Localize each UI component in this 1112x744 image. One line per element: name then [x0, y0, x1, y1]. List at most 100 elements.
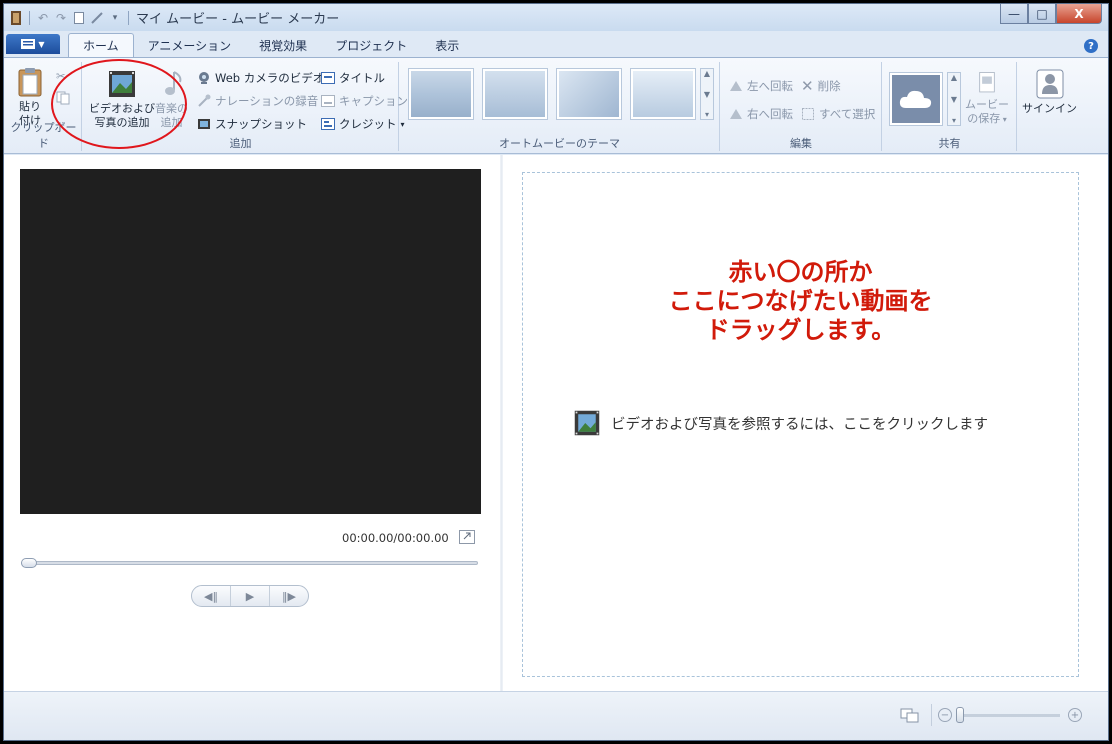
annotation-line-2: ここにつなげたい動画を [668, 287, 933, 315]
credits-button[interactable]: クレジット ▾ [321, 114, 405, 134]
gallery-more-icon[interactable]: ▾ [952, 116, 956, 125]
narration-label: ナレーションの録音 [215, 94, 319, 108]
annotation-line-1: 赤い〇の所か [728, 258, 873, 286]
scroll-up-icon[interactable]: ▲ [951, 73, 957, 82]
share-group-label: 共有 [938, 137, 961, 150]
rotate-right-icon [730, 109, 742, 119]
chevron-down-icon: ▼ [38, 39, 45, 49]
signin-label: サインイン [1022, 102, 1077, 115]
paste-label-1: 貼り [19, 100, 41, 113]
save-movie-label-1: ムービー [965, 98, 1009, 111]
zoom-in-icon[interactable]: + [1068, 708, 1082, 722]
scroll-up-icon[interactable]: ▲ [704, 69, 710, 78]
theme-thumbnail[interactable] [630, 68, 696, 120]
minimize-button[interactable]: — [1000, 4, 1028, 24]
save-movie-icon [979, 72, 995, 93]
play-button[interactable]: ▶ [231, 586, 270, 606]
webcam-label: Web カメラのビデオ [215, 71, 325, 85]
delete-button[interactable]: ✕ 削除 [801, 76, 841, 96]
open-project-icon[interactable] [89, 10, 105, 26]
tab-view[interactable]: 表示 [421, 33, 473, 57]
maximize-button[interactable]: □ [1028, 4, 1056, 24]
film-photo-icon [574, 410, 600, 436]
browse-link[interactable]: ビデオおよび写真を参照するには、ここをクリックします [573, 409, 988, 437]
snapshot-icon [198, 119, 210, 129]
undo-icon[interactable]: ↶ [35, 10, 51, 26]
webcam-icon [199, 72, 209, 84]
share-onedrive-tile[interactable] [889, 72, 943, 126]
select-all-button[interactable]: すべて選択 [801, 104, 875, 124]
theme-gallery-scroller[interactable]: ▲ ▼ ▾ [700, 68, 714, 120]
save-movie-button[interactable]: ムービー の保存 ▾ [965, 70, 1009, 127]
caption-icon [321, 95, 335, 107]
tab-project[interactable]: プロジェクト [321, 33, 421, 57]
edit-group: 左へ回転 右へ回転 ✕ 削除 すべて選択 編集 [721, 62, 882, 151]
window-title: マイ ムービー - ムービー メーカー [136, 12, 340, 27]
caption-button[interactable]: キャプション [321, 91, 408, 111]
browse-text: ビデオおよび写真を参照するには、ここをクリックします [611, 416, 988, 433]
credits-label: クレジット [339, 117, 397, 131]
storyboard-pane[interactable]: 赤い〇の所か ここにつなげたい動画を ドラッグします。 ビデオおよび写真を参照す… [522, 172, 1079, 677]
app-menu-icon [21, 39, 36, 49]
redo-icon[interactable]: ↷ [53, 10, 69, 26]
title-icon [321, 72, 335, 84]
previous-frame-button[interactable]: ◀‖ [192, 586, 231, 606]
title-bar: ↶ ↷ ▾ マイ ムービー - ムービー メーカー — □ X [4, 4, 1108, 31]
fullscreen-preview-icon[interactable] [459, 530, 475, 544]
user-icon [1036, 69, 1063, 99]
delete-label: 削除 [817, 79, 841, 93]
customize-qat-icon[interactable]: ▾ [107, 10, 123, 26]
theme-thumbnail[interactable] [408, 68, 474, 120]
scroll-down-icon[interactable]: ▼ [951, 95, 957, 104]
new-project-icon[interactable] [71, 10, 87, 26]
snapshot-button[interactable]: スナップショット [197, 114, 307, 134]
zoom-slider-thumb[interactable] [956, 706, 964, 723]
share-gallery-scroller[interactable]: ▲ ▼ ▾ [947, 72, 961, 126]
cloud-icon [899, 90, 932, 108]
signin-group: サインイン [1018, 62, 1078, 151]
signin-button[interactable]: サインイン [1022, 68, 1077, 116]
playback-controls: ◀‖ ▶ ‖▶ [191, 585, 309, 607]
movie-maker-window: ↶ ↷ ▾ マイ ムービー - ムービー メーカー — □ X ▼ ホーム アニ… [3, 3, 1109, 741]
rotate-left-label: 左へ回転 [747, 79, 793, 93]
title-button[interactable]: タイトル [321, 68, 385, 88]
share-group: ▲ ▼ ▾ ムービー の保存 ▾ 共有 [883, 62, 1017, 151]
zoom-control: − + [938, 706, 1082, 723]
annotation-text: 赤い〇の所か ここにつなげたい動画を ドラッグします。 [523, 258, 1078, 345]
thumbnail-size-icon[interactable] [900, 706, 920, 724]
rotate-left-icon [730, 81, 742, 91]
rotate-right-label: 右へ回転 [747, 107, 793, 121]
tab-animation[interactable]: アニメーション [134, 33, 246, 57]
next-frame-button[interactable]: ‖▶ [270, 586, 308, 606]
highlight-circle [51, 59, 187, 149]
caption-label: キャプション [339, 94, 408, 108]
tab-visual-effects[interactable]: 視覚効果 [245, 33, 321, 57]
theme-thumbnail[interactable] [482, 68, 548, 120]
zoom-out-icon[interactable]: − [938, 708, 952, 722]
seek-thumb[interactable] [21, 558, 37, 568]
rotate-right-button[interactable]: 右へ回転 [729, 104, 793, 124]
gallery-more-icon[interactable]: ▾ [705, 110, 709, 119]
tab-home[interactable]: ホーム [68, 33, 134, 57]
rotate-left-button[interactable]: 左へ回転 [729, 76, 793, 96]
app-film-icon [8, 10, 24, 26]
chevron-down-icon: ▾ [1000, 115, 1007, 124]
video-preview[interactable] [20, 169, 481, 514]
edit-group-label: 編集 [790, 137, 812, 150]
pane-splitter[interactable] [500, 155, 503, 691]
save-movie-label-2: の保存 [967, 112, 1001, 125]
webcam-video-button[interactable]: Web カメラのビデオ [197, 68, 324, 88]
narration-button[interactable]: ナレーションの録音 ▾ [197, 91, 326, 111]
credits-icon [321, 118, 335, 130]
status-bar: − + [4, 691, 1108, 740]
close-button[interactable]: X [1056, 4, 1102, 24]
paste-icon [18, 68, 42, 97]
zoom-slider[interactable] [956, 706, 1060, 723]
themes-group-label: オートムービーのテーマ [499, 137, 620, 150]
scroll-down-icon[interactable]: ▼ [704, 90, 710, 99]
help-icon[interactable]: ? [1084, 39, 1098, 53]
theme-thumbnail[interactable] [556, 68, 622, 120]
application-menu-button[interactable]: ▼ [6, 34, 60, 54]
seek-slider[interactable] [21, 558, 478, 568]
ribbon-tabs: ▼ ホーム アニメーション 視覚効果 プロジェクト 表示 ? [4, 31, 1108, 57]
